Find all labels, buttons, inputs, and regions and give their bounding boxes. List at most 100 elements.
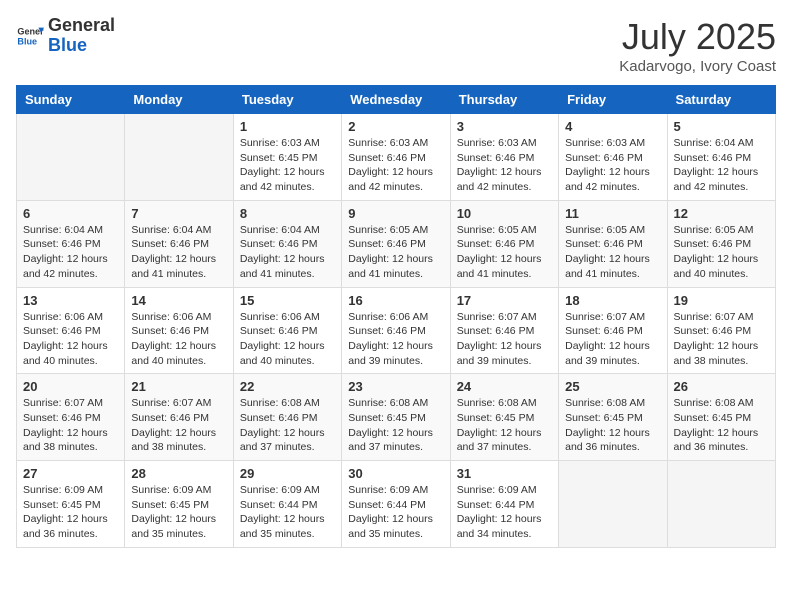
day-info: Sunrise: 6:04 AM Sunset: 6:46 PM Dayligh… [240,223,335,282]
day-info: Sunrise: 6:09 AM Sunset: 6:45 PM Dayligh… [131,483,226,542]
day-number: 2 [348,119,443,134]
day-info: Sunrise: 6:06 AM Sunset: 6:46 PM Dayligh… [131,310,226,369]
calendar-day-cell: 2 Sunrise: 6:03 AM Sunset: 6:46 PM Daylig… [342,114,450,201]
calendar-day-cell: 13 Sunrise: 6:06 AM Sunset: 6:46 PM Dayli… [17,287,125,374]
calendar-day-cell: 22 Sunrise: 6:08 AM Sunset: 6:46 PM Dayli… [233,374,341,461]
calendar-day-header: Tuesday [233,86,341,114]
day-info: Sunrise: 6:07 AM Sunset: 6:46 PM Dayligh… [565,310,660,369]
calendar-day-header: Wednesday [342,86,450,114]
day-number: 4 [565,119,660,134]
day-info: Sunrise: 6:07 AM Sunset: 6:46 PM Dayligh… [131,396,226,455]
day-number: 18 [565,293,660,308]
calendar-week-row: 20 Sunrise: 6:07 AM Sunset: 6:46 PM Dayli… [17,374,776,461]
calendar-day-cell: 15 Sunrise: 6:06 AM Sunset: 6:46 PM Dayli… [233,287,341,374]
day-info: Sunrise: 6:09 AM Sunset: 6:45 PM Dayligh… [23,483,118,542]
day-number: 22 [240,379,335,394]
day-number: 13 [23,293,118,308]
day-info: Sunrise: 6:06 AM Sunset: 6:46 PM Dayligh… [348,310,443,369]
day-info: Sunrise: 6:03 AM Sunset: 6:46 PM Dayligh… [457,136,552,195]
day-number: 12 [674,206,769,221]
calendar-day-header: Saturday [667,86,775,114]
day-number: 1 [240,119,335,134]
day-number: 28 [131,466,226,481]
day-info: Sunrise: 6:09 AM Sunset: 6:44 PM Dayligh… [240,483,335,542]
calendar-day-cell: 26 Sunrise: 6:08 AM Sunset: 6:45 PM Dayli… [667,374,775,461]
day-info: Sunrise: 6:04 AM Sunset: 6:46 PM Dayligh… [23,223,118,282]
calendar-body: 1Sunrise: 6:03 AM Sunset: 6:45 PM Daylig… [17,114,776,548]
day-number: 14 [131,293,226,308]
calendar-day-cell [559,461,667,548]
calendar-day-cell: 9 Sunrise: 6:05 AM Sunset: 6:46 PM Daylig… [342,200,450,287]
day-number: 17 [457,293,552,308]
day-number: 16 [348,293,443,308]
calendar-day-cell: 29 Sunrise: 6:09 AM Sunset: 6:44 PM Dayli… [233,461,341,548]
calendar-day-cell: 12 Sunrise: 6:05 AM Sunset: 6:46 PM Dayli… [667,200,775,287]
calendar-header-row: SundayMondayTuesdayWednesdayThursdayFrid… [17,86,776,114]
day-number: 8 [240,206,335,221]
calendar-day-cell: 16 Sunrise: 6:06 AM Sunset: 6:46 PM Dayli… [342,287,450,374]
svg-text:Blue: Blue [17,36,37,46]
calendar-day-cell: 4Sunrise: 6:03 AM Sunset: 6:46 PM Daylig… [559,114,667,201]
calendar-day-header: Sunday [17,86,125,114]
day-number: 26 [674,379,769,394]
calendar-day-cell: 8 Sunrise: 6:04 AM Sunset: 6:46 PM Daylig… [233,200,341,287]
day-info: Sunrise: 6:09 AM Sunset: 6:44 PM Dayligh… [348,483,443,542]
calendar-day-cell: 30 Sunrise: 6:09 AM Sunset: 6:44 PM Dayli… [342,461,450,548]
calendar-day-header: Monday [125,86,233,114]
logo-icon: General Blue [16,22,44,50]
logo-general-text: General [48,16,115,36]
day-number: 30 [348,466,443,481]
calendar-day-cell: 11 Sunrise: 6:05 AM Sunset: 6:46 PM Dayli… [559,200,667,287]
calendar-day-cell: 3 Sunrise: 6:03 AM Sunset: 6:46 PM Daylig… [450,114,558,201]
day-info: Sunrise: 6:06 AM Sunset: 6:46 PM Dayligh… [23,310,118,369]
day-number: 15 [240,293,335,308]
day-number: 19 [674,293,769,308]
location: Kadarvogo, Ivory Coast [619,58,776,75]
day-info: Sunrise: 6:08 AM Sunset: 6:45 PM Dayligh… [457,396,552,455]
day-number: 11 [565,206,660,221]
day-info: Sunrise: 6:08 AM Sunset: 6:45 PM Dayligh… [674,396,769,455]
day-number: 7 [131,206,226,221]
calendar-day-header: Thursday [450,86,558,114]
calendar-day-cell: 19 Sunrise: 6:07 AM Sunset: 6:46 PM Dayli… [667,287,775,374]
calendar-day-cell [667,461,775,548]
day-info: Sunrise: 6:05 AM Sunset: 6:46 PM Dayligh… [674,223,769,282]
day-info: Sunrise: 6:05 AM Sunset: 6:46 PM Dayligh… [348,223,443,282]
month-title: July 2025 [619,16,776,58]
day-info: Sunrise: 6:04 AM Sunset: 6:46 PM Dayligh… [131,223,226,282]
calendar-day-cell: 17 Sunrise: 6:07 AM Sunset: 6:46 PM Dayli… [450,287,558,374]
day-info: Sunrise: 6:04 AM Sunset: 6:46 PM Dayligh… [674,136,769,195]
day-info: Sunrise: 6:06 AM Sunset: 6:46 PM Dayligh… [240,310,335,369]
day-number: 27 [23,466,118,481]
day-info: Sunrise: 6:07 AM Sunset: 6:46 PM Dayligh… [23,396,118,455]
calendar-day-cell: 1Sunrise: 6:03 AM Sunset: 6:45 PM Daylig… [233,114,341,201]
day-number: 10 [457,206,552,221]
calendar-day-cell: 28 Sunrise: 6:09 AM Sunset: 6:45 PM Dayli… [125,461,233,548]
day-number: 6 [23,206,118,221]
day-number: 3 [457,119,552,134]
day-info: Sunrise: 6:09 AM Sunset: 6:44 PM Dayligh… [457,483,552,542]
day-number: 23 [348,379,443,394]
day-number: 24 [457,379,552,394]
day-info: Sunrise: 6:08 AM Sunset: 6:46 PM Dayligh… [240,396,335,455]
calendar-day-cell: 5Sunrise: 6:04 AM Sunset: 6:46 PM Daylig… [667,114,775,201]
day-info: Sunrise: 6:03 AM Sunset: 6:46 PM Dayligh… [348,136,443,195]
logo-blue-text: Blue [48,36,115,56]
day-number: 20 [23,379,118,394]
calendar-day-cell: 21 Sunrise: 6:07 AM Sunset: 6:46 PM Dayli… [125,374,233,461]
calendar-day-cell: 10Sunrise: 6:05 AM Sunset: 6:46 PM Dayli… [450,200,558,287]
calendar-day-cell: 7 Sunrise: 6:04 AM Sunset: 6:46 PM Daylig… [125,200,233,287]
day-info: Sunrise: 6:07 AM Sunset: 6:46 PM Dayligh… [457,310,552,369]
day-info: Sunrise: 6:07 AM Sunset: 6:46 PM Dayligh… [674,310,769,369]
logo: General Blue General Blue [16,16,115,56]
calendar-day-cell: 14 Sunrise: 6:06 AM Sunset: 6:46 PM Dayli… [125,287,233,374]
calendar-day-header: Friday [559,86,667,114]
day-number: 31 [457,466,552,481]
calendar-day-cell: 23 Sunrise: 6:08 AM Sunset: 6:45 PM Dayli… [342,374,450,461]
day-info: Sunrise: 6:05 AM Sunset: 6:46 PM Dayligh… [565,223,660,282]
day-info: Sunrise: 6:08 AM Sunset: 6:45 PM Dayligh… [348,396,443,455]
calendar-week-row: 1Sunrise: 6:03 AM Sunset: 6:45 PM Daylig… [17,114,776,201]
day-number: 21 [131,379,226,394]
day-number: 29 [240,466,335,481]
day-number: 9 [348,206,443,221]
